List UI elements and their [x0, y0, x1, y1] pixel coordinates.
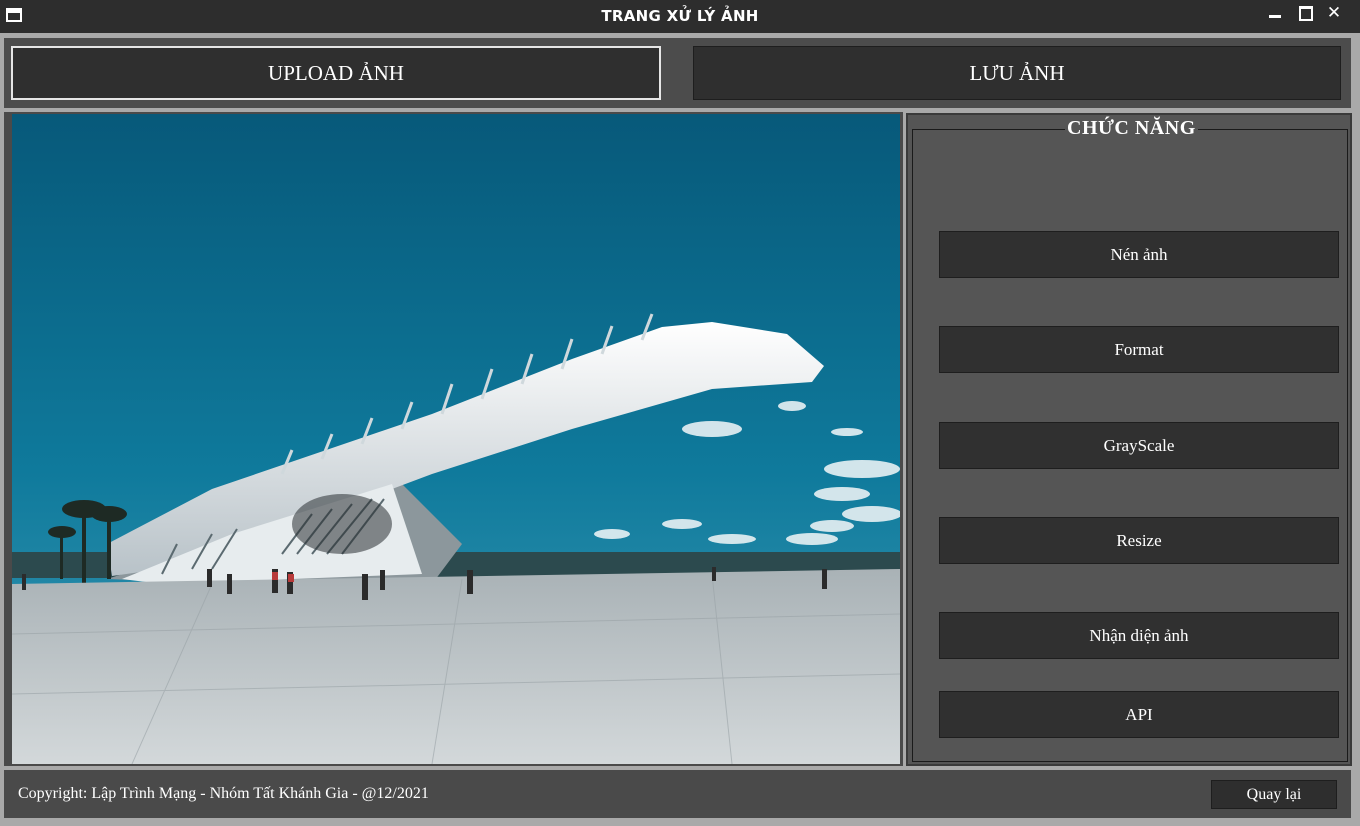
api-button[interactable]: API — [939, 691, 1339, 738]
function-panel: CHỨC NĂNG Nén ảnh Format GrayScale Resiz… — [906, 113, 1352, 766]
upload-image-button[interactable]: UPLOAD ẢNH — [11, 46, 661, 100]
footer: Copyright: Lập Trình Mạng - Nhóm Tất Khá… — [4, 770, 1351, 818]
function-group-title: CHỨC NĂNG — [1065, 117, 1198, 140]
grayscale-button[interactable]: GrayScale — [939, 422, 1339, 469]
format-button[interactable]: Format — [939, 326, 1339, 373]
copyright-text: Copyright: Lập Trình Mạng - Nhóm Tất Khá… — [18, 785, 429, 802]
compress-image-button[interactable]: Nén ảnh — [939, 231, 1339, 278]
maximize-icon[interactable] — [1293, 3, 1315, 25]
title-bar: TRANG XỬ LÝ ẢNH ✕ — [0, 0, 1360, 33]
image-preview — [12, 114, 900, 764]
image-panel — [4, 112, 903, 766]
back-button[interactable]: Quay lại — [1211, 780, 1337, 809]
save-image-button[interactable]: LƯU ẢNH — [693, 46, 1341, 100]
resize-button[interactable]: Resize — [939, 517, 1339, 564]
function-groupbox: CHỨC NĂNG Nén ảnh Format GrayScale Resiz… — [912, 117, 1348, 762]
window-title: TRANG XỬ LÝ ẢNH — [601, 7, 759, 25]
top-toolbar: UPLOAD ẢNH LƯU ẢNH — [4, 38, 1351, 108]
preview-photo — [12, 114, 900, 764]
minimize-icon[interactable] — [1264, 3, 1286, 25]
image-recognition-button[interactable]: Nhận diện ảnh — [939, 612, 1339, 659]
close-icon[interactable]: ✕ — [1323, 3, 1345, 25]
